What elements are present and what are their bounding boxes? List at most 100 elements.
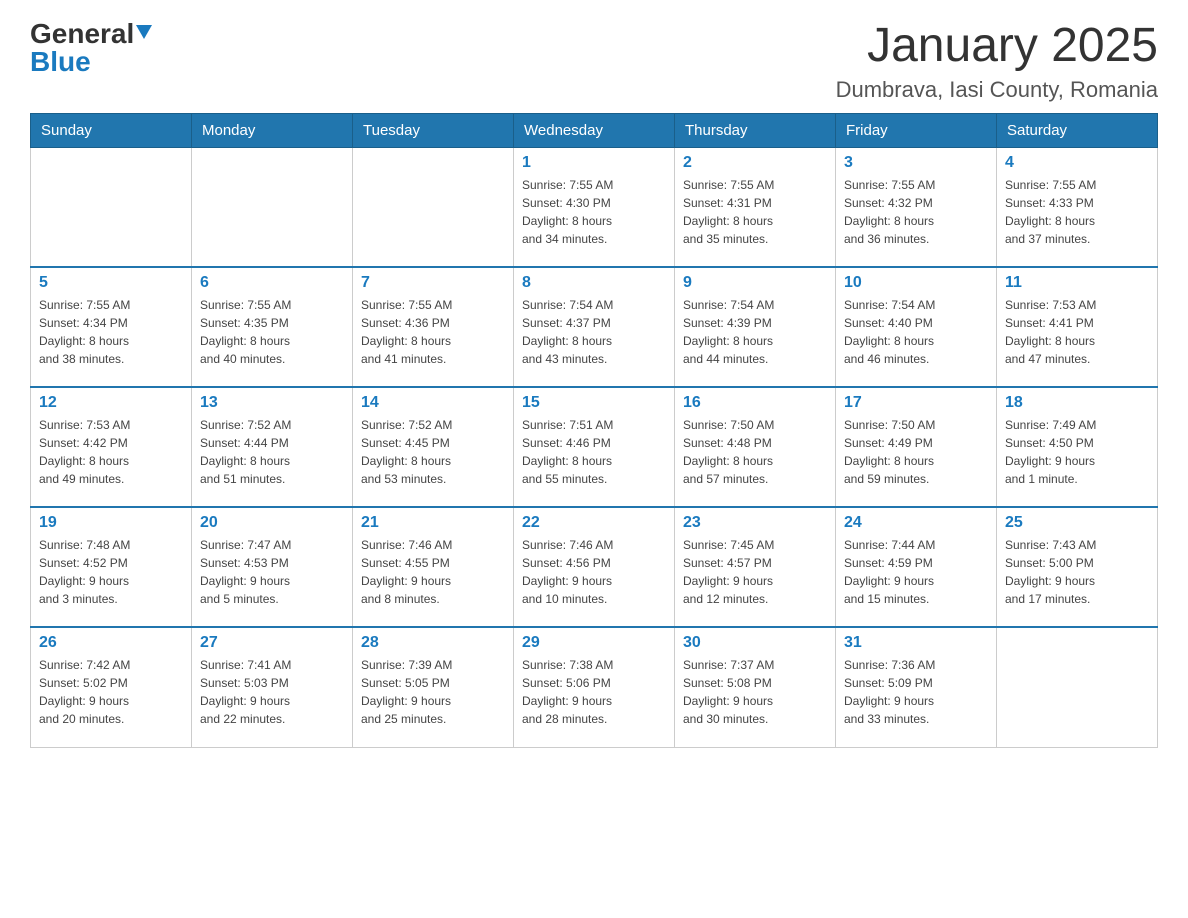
day-number: 25 <box>1005 514 1149 532</box>
weekday-header-tuesday: Tuesday <box>353 113 514 147</box>
calendar-cell: 4 Sunrise: 7:55 AMSunset: 4:33 PMDaylight… <box>997 147 1158 267</box>
weekday-header-row: SundayMondayTuesdayWednesdayThursdayFrid… <box>31 113 1158 147</box>
calendar-cell: 12 Sunrise: 7:53 AMSunset: 4:42 PMDayligh… <box>31 387 192 507</box>
header: General Blue January 2025 Dumbrava, Iasi… <box>30 20 1158 103</box>
calendar-cell: 16 Sunrise: 7:50 AMSunset: 4:48 PMDayligh… <box>675 387 836 507</box>
day-info: Sunrise: 7:55 AMSunset: 4:35 PMDaylight:… <box>200 296 344 368</box>
calendar-cell: 15 Sunrise: 7:51 AMSunset: 4:46 PMDayligh… <box>514 387 675 507</box>
logo-triangle-icon <box>136 25 152 39</box>
day-number: 1 <box>522 154 666 172</box>
day-number: 12 <box>39 394 183 412</box>
day-info: Sunrise: 7:55 AMSunset: 4:34 PMDaylight:… <box>39 296 183 368</box>
day-info: Sunrise: 7:54 AMSunset: 4:39 PMDaylight:… <box>683 296 827 368</box>
day-number: 15 <box>522 394 666 412</box>
day-number: 16 <box>683 394 827 412</box>
calendar-cell <box>353 147 514 267</box>
day-info: Sunrise: 7:53 AMSunset: 4:42 PMDaylight:… <box>39 416 183 488</box>
day-number: 9 <box>683 274 827 292</box>
calendar-table: SundayMondayTuesdayWednesdayThursdayFrid… <box>30 113 1158 748</box>
day-number: 19 <box>39 514 183 532</box>
location-title: Dumbrava, Iasi County, Romania <box>836 77 1158 103</box>
calendar-cell: 7Sunrise: 7:55 AMSunset: 4:36 PMDaylight… <box>353 267 514 387</box>
calendar-cell <box>192 147 353 267</box>
day-number: 5 <box>39 274 183 292</box>
calendar-cell: 28 Sunrise: 7:39 AMSunset: 5:05 PMDayligh… <box>353 627 514 747</box>
day-number: 31 <box>844 634 988 652</box>
day-number: 27 <box>200 634 344 652</box>
day-number: 26 <box>39 634 183 652</box>
day-number: 23 <box>683 514 827 532</box>
calendar-cell: 11Sunrise: 7:53 AMSunset: 4:41 PMDayligh… <box>997 267 1158 387</box>
day-info: Sunrise: 7:49 AMSunset: 4:50 PMDaylight:… <box>1005 416 1149 488</box>
day-info: Sunrise: 7:55 AMSunset: 4:36 PMDaylight:… <box>361 296 505 368</box>
day-info: Sunrise: 7:54 AMSunset: 4:37 PMDaylight:… <box>522 296 666 368</box>
day-number: 6 <box>200 274 344 292</box>
day-number: 13 <box>200 394 344 412</box>
calendar-cell <box>31 147 192 267</box>
logo: General Blue <box>30 20 152 76</box>
day-info: Sunrise: 7:50 AMSunset: 4:49 PMDaylight:… <box>844 416 988 488</box>
calendar-cell: 24 Sunrise: 7:44 AMSunset: 4:59 PMDayligh… <box>836 507 997 627</box>
calendar-cell: 1 Sunrise: 7:55 AMSunset: 4:30 PMDaylight… <box>514 147 675 267</box>
day-info: Sunrise: 7:45 AMSunset: 4:57 PMDaylight:… <box>683 536 827 608</box>
title-area: January 2025 Dumbrava, Iasi County, Roma… <box>836 20 1158 103</box>
day-number: 2 <box>683 154 827 172</box>
day-info: Sunrise: 7:50 AMSunset: 4:48 PMDaylight:… <box>683 416 827 488</box>
calendar-cell: 10 Sunrise: 7:54 AMSunset: 4:40 PMDayligh… <box>836 267 997 387</box>
day-number: 10 <box>844 274 988 292</box>
day-info: Sunrise: 7:38 AMSunset: 5:06 PMDaylight:… <box>522 656 666 728</box>
day-info: Sunrise: 7:37 AMSunset: 5:08 PMDaylight:… <box>683 656 827 728</box>
calendar-cell: 3 Sunrise: 7:55 AMSunset: 4:32 PMDaylight… <box>836 147 997 267</box>
calendar-cell: 25Sunrise: 7:43 AMSunset: 5:00 PMDayligh… <box>997 507 1158 627</box>
day-info: Sunrise: 7:39 AMSunset: 5:05 PMDaylight:… <box>361 656 505 728</box>
weekday-header-thursday: Thursday <box>675 113 836 147</box>
day-number: 28 <box>361 634 505 652</box>
calendar-cell: 21 Sunrise: 7:46 AMSunset: 4:55 PMDayligh… <box>353 507 514 627</box>
day-info: Sunrise: 7:44 AMSunset: 4:59 PMDaylight:… <box>844 536 988 608</box>
day-info: Sunrise: 7:55 AMSunset: 4:33 PMDaylight:… <box>1005 176 1149 248</box>
day-info: Sunrise: 7:42 AMSunset: 5:02 PMDaylight:… <box>39 656 183 728</box>
day-number: 21 <box>361 514 505 532</box>
day-number: 20 <box>200 514 344 532</box>
day-info: Sunrise: 7:52 AMSunset: 4:44 PMDaylight:… <box>200 416 344 488</box>
day-info: Sunrise: 7:46 AMSunset: 4:55 PMDaylight:… <box>361 536 505 608</box>
day-number: 8 <box>522 274 666 292</box>
day-info: Sunrise: 7:52 AMSunset: 4:45 PMDaylight:… <box>361 416 505 488</box>
day-info: Sunrise: 7:48 AMSunset: 4:52 PMDaylight:… <box>39 536 183 608</box>
weekday-header-wednesday: Wednesday <box>514 113 675 147</box>
day-info: Sunrise: 7:55 AMSunset: 4:32 PMDaylight:… <box>844 176 988 248</box>
calendar-cell: 22 Sunrise: 7:46 AMSunset: 4:56 PMDayligh… <box>514 507 675 627</box>
day-info: Sunrise: 7:55 AMSunset: 4:31 PMDaylight:… <box>683 176 827 248</box>
day-number: 17 <box>844 394 988 412</box>
calendar-cell: 30 Sunrise: 7:37 AMSunset: 5:08 PMDayligh… <box>675 627 836 747</box>
calendar-cell: 13 Sunrise: 7:52 AMSunset: 4:44 PMDayligh… <box>192 387 353 507</box>
calendar-cell: 23 Sunrise: 7:45 AMSunset: 4:57 PMDayligh… <box>675 507 836 627</box>
day-number: 24 <box>844 514 988 532</box>
day-number: 14 <box>361 394 505 412</box>
day-info: Sunrise: 7:47 AMSunset: 4:53 PMDaylight:… <box>200 536 344 608</box>
calendar-cell: 29 Sunrise: 7:38 AMSunset: 5:06 PMDayligh… <box>514 627 675 747</box>
day-info: Sunrise: 7:46 AMSunset: 4:56 PMDaylight:… <box>522 536 666 608</box>
calendar-cell: 19 Sunrise: 7:48 AMSunset: 4:52 PMDayligh… <box>31 507 192 627</box>
day-info: Sunrise: 7:55 AMSunset: 4:30 PMDaylight:… <box>522 176 666 248</box>
logo-blue-text: Blue <box>30 48 91 76</box>
calendar-cell: 17 Sunrise: 7:50 AMSunset: 4:49 PMDayligh… <box>836 387 997 507</box>
calendar-cell: 14 Sunrise: 7:52 AMSunset: 4:45 PMDayligh… <box>353 387 514 507</box>
day-number: 3 <box>844 154 988 172</box>
day-info: Sunrise: 7:51 AMSunset: 4:46 PMDaylight:… <box>522 416 666 488</box>
day-number: 4 <box>1005 154 1149 172</box>
day-number: 30 <box>683 634 827 652</box>
calendar-week-row: 5 Sunrise: 7:55 AMSunset: 4:34 PMDaylight… <box>31 267 1158 387</box>
day-info: Sunrise: 7:36 AMSunset: 5:09 PMDaylight:… <box>844 656 988 728</box>
calendar-week-row: 26 Sunrise: 7:42 AMSunset: 5:02 PMDayligh… <box>31 627 1158 747</box>
day-number: 22 <box>522 514 666 532</box>
calendar-cell: 5 Sunrise: 7:55 AMSunset: 4:34 PMDaylight… <box>31 267 192 387</box>
day-number: 29 <box>522 634 666 652</box>
calendar-cell: 8 Sunrise: 7:54 AMSunset: 4:37 PMDaylight… <box>514 267 675 387</box>
day-number: 11 <box>1005 274 1149 292</box>
calendar-cell: 9 Sunrise: 7:54 AMSunset: 4:39 PMDaylight… <box>675 267 836 387</box>
day-number: 18 <box>1005 394 1149 412</box>
weekday-header-sunday: Sunday <box>31 113 192 147</box>
calendar-cell: 27Sunrise: 7:41 AMSunset: 5:03 PMDayligh… <box>192 627 353 747</box>
day-info: Sunrise: 7:54 AMSunset: 4:40 PMDaylight:… <box>844 296 988 368</box>
